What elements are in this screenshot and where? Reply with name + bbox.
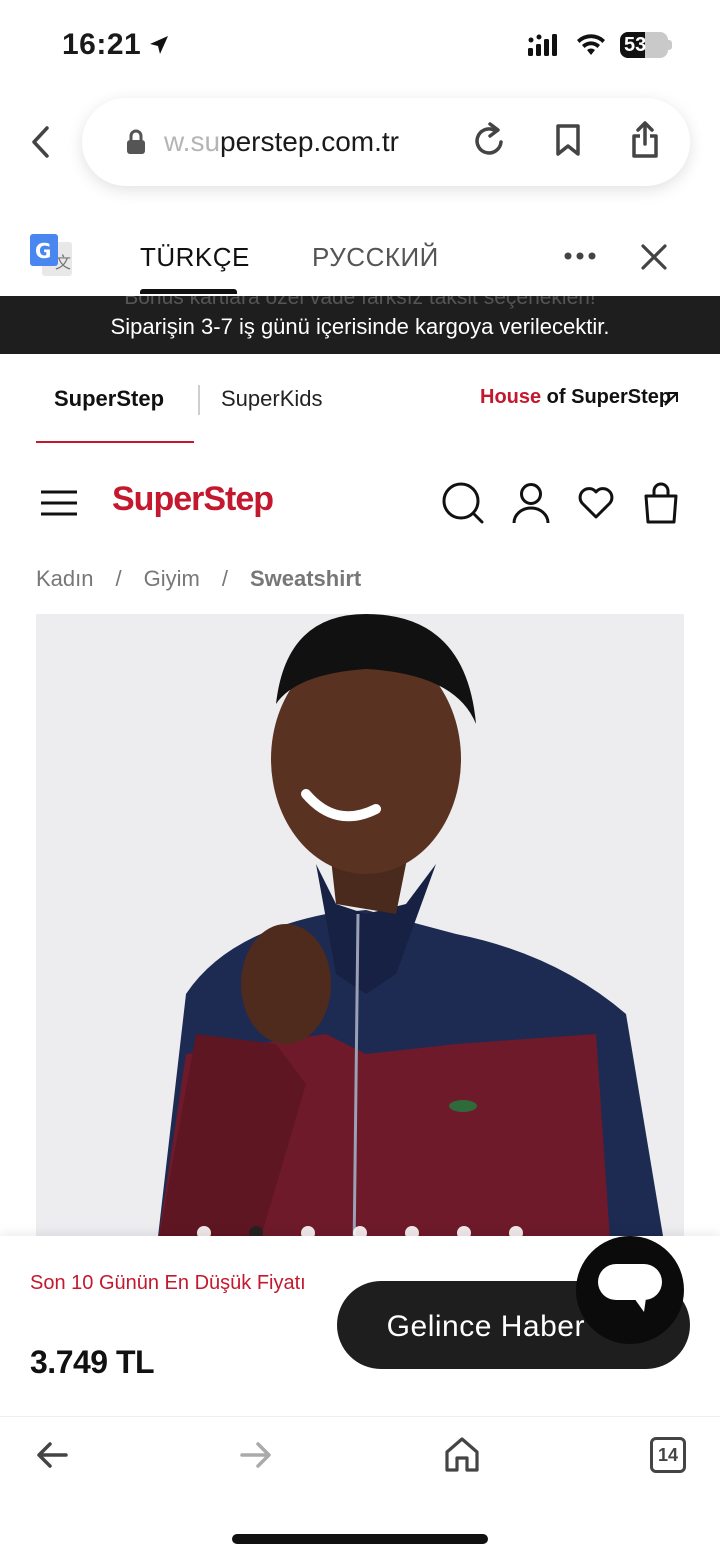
heart-icon[interactable] [578,486,614,520]
user-icon[interactable] [512,482,550,524]
brand-divider [198,385,200,415]
external-arrow-icon [664,392,678,406]
breadcrumb-separator: / [221,566,228,591]
home-icon[interactable] [444,1436,480,1472]
brand-tab-superkids[interactable]: SuperKids [221,386,323,412]
forward-arrow-icon[interactable] [240,1440,272,1470]
breadcrumb-separator: / [115,566,122,591]
google-translate-icon[interactable]: 文 G [30,234,74,278]
back-arrow-icon[interactable] [36,1440,68,1470]
tab-russian[interactable]: РУССКИЙ [312,242,439,273]
brand-tab-superstep[interactable]: SuperStep [54,386,164,412]
breadcrumb-sweatshirt: Sweatshirt [249,566,362,591]
wifi-icon [577,34,605,55]
shopping-bag-icon[interactable] [642,482,680,524]
announcement-text: Siparişin 3-7 iş günü içerisinde kargoya… [110,314,610,339]
close-icon[interactable] [640,243,668,271]
product-photo-illustration [36,614,684,1254]
reload-icon[interactable] [472,120,506,160]
svg-text:G: G [35,239,51,263]
lock-icon [127,129,145,154]
house-of-superstep-link[interactable]: House of SuperStep [480,386,671,409]
announcement-previous: Bonus kartlara özel vade farksız taksit … [124,296,596,309]
chat-button[interactable] [576,1236,684,1344]
address-bar[interactable]: w.superstep.com.tr [82,98,690,186]
cellular-signal-icon [528,34,557,56]
search-icon[interactable] [442,482,484,524]
url-text[interactable]: w.superstep.com.tr [164,126,426,158]
status-indicators: 53 [528,32,672,58]
brand-tab-underline [36,441,194,443]
tab-turkish[interactable]: TÜRKÇE [140,242,250,273]
breadcrumb: Kadın / Giyim / Sweatshirt [36,566,361,592]
hamburger-menu-icon[interactable] [40,490,78,516]
bookmark-icon[interactable] [554,120,582,160]
product-price: 3.749 TL [30,1344,155,1380]
share-icon[interactable] [630,120,660,160]
location-arrow-icon [150,36,169,54]
more-options-icon[interactable] [564,250,596,262]
superstep-logo[interactable]: SuperStep [112,480,274,519]
chat-bubble-icon [598,1264,662,1312]
home-indicator [232,1534,488,1544]
tabs-count-button[interactable]: 14 [650,1437,686,1473]
back-chevron-icon[interactable] [28,124,52,160]
lowest-price-label: Son 10 Günün En Düşük Fiyatı [30,1272,306,1294]
status-time: 16:21 [62,28,171,62]
breadcrumb-kadin[interactable]: Kadın [36,566,94,592]
active-tab-indicator [140,289,237,294]
breadcrumb-giyim[interactable]: Giyim [144,566,200,592]
product-image[interactable] [36,614,684,1254]
battery-indicator: 53 [620,32,668,58]
announcement-bar: Bonus kartlara özel vade farksız taksit … [0,296,720,354]
